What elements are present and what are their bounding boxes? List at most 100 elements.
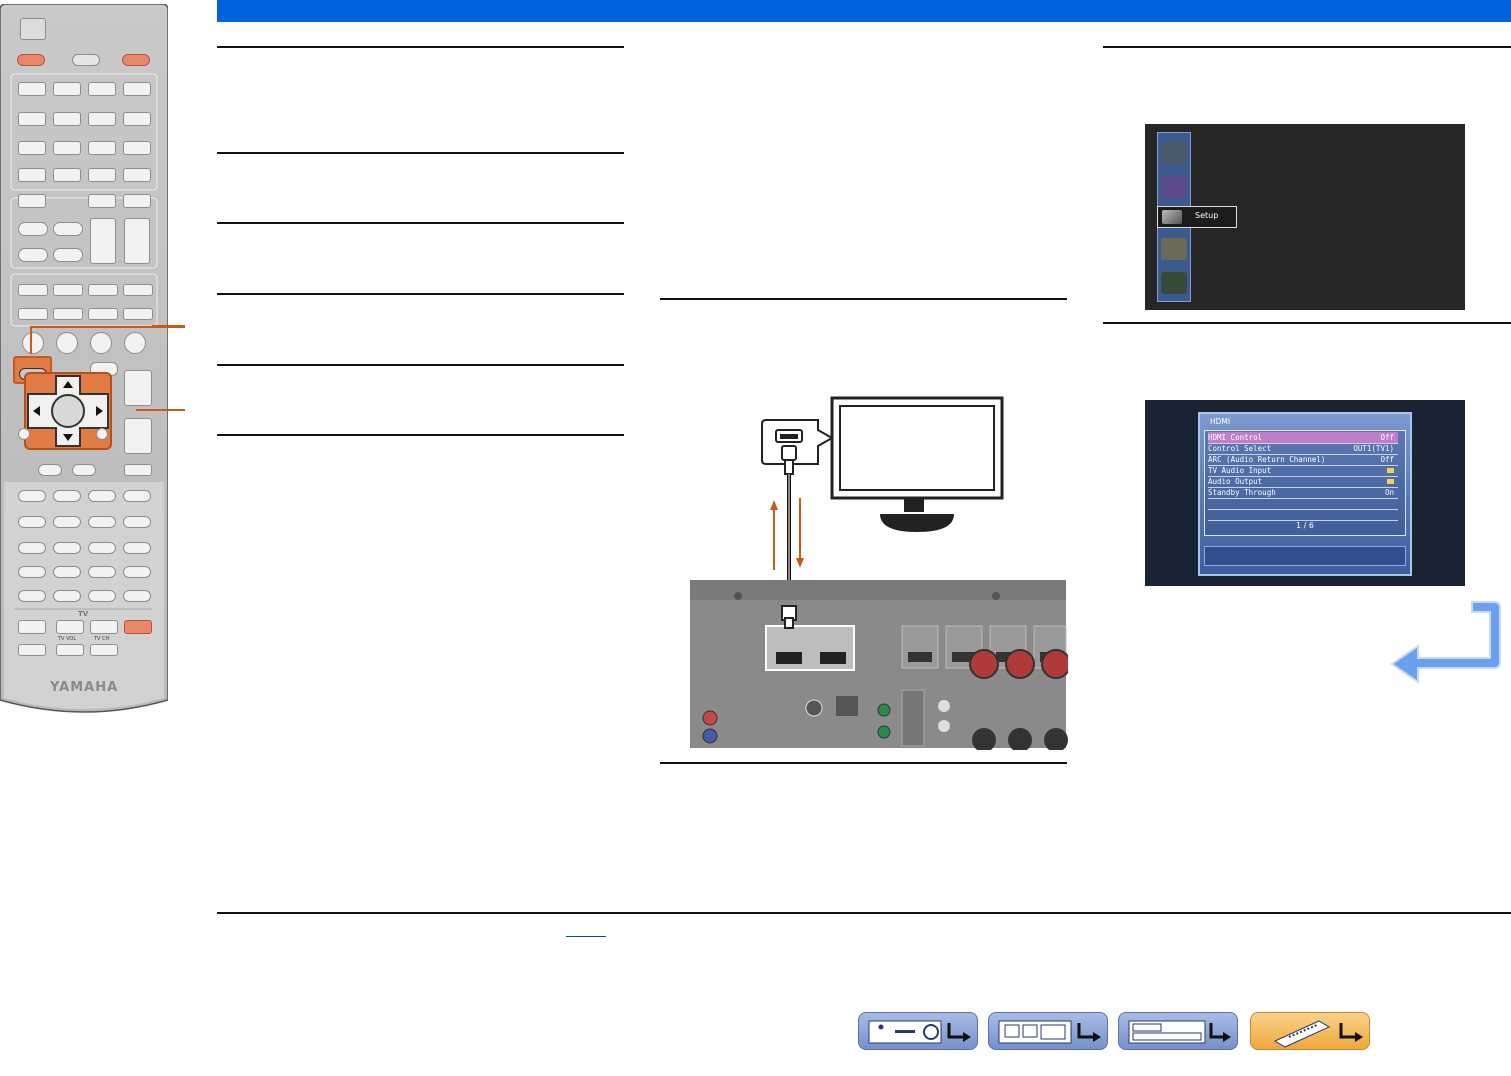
skip-forward-button[interactable] <box>123 516 151 528</box>
scene-button-2[interactable] <box>53 222 83 236</box>
tv-ch-up-button[interactable] <box>90 620 118 634</box>
page-rocker[interactable] <box>124 218 150 264</box>
remote-small-button-1[interactable] <box>38 464 62 476</box>
numeric-button-6[interactable] <box>53 566 81 578</box>
input-button-7[interactable] <box>88 112 116 126</box>
numeric-button-2[interactable] <box>53 542 81 554</box>
tv-mute-button[interactable] <box>18 644 46 656</box>
mode-button-5[interactable] <box>18 308 48 320</box>
numeric-button-9[interactable] <box>18 590 46 602</box>
information-icon[interactable] <box>1161 272 1187 294</box>
mode-button-7[interactable] <box>88 308 118 320</box>
tv-vol-up-button[interactable] <box>56 620 84 634</box>
input-button-3[interactable] <box>88 82 116 96</box>
mode-button-1[interactable] <box>18 284 48 296</box>
scene-icon[interactable] <box>1161 176 1187 198</box>
input-button-11[interactable] <box>88 141 116 155</box>
transport-button-1[interactable] <box>18 490 46 502</box>
left-rule-1 <box>217 46 624 48</box>
numeric-button-3[interactable] <box>88 542 116 554</box>
input-button-2[interactable] <box>53 82 81 96</box>
mode-button-4[interactable] <box>123 284 153 296</box>
numeric-button-11[interactable] <box>88 590 116 602</box>
nav-button-receiver-rear[interactable] <box>988 1012 1108 1050</box>
tv-vol-label: TV VOL <box>58 636 77 642</box>
function-button-3[interactable] <box>90 332 112 354</box>
mode-button-3[interactable] <box>88 284 118 296</box>
nav-button-remote[interactable] <box>1250 1012 1370 1050</box>
return-arrow-icon[interactable] <box>1390 598 1506 684</box>
input-button-9[interactable] <box>18 141 46 155</box>
input-button-6[interactable] <box>53 112 81 126</box>
remote-control-icon <box>1273 1020 1363 1048</box>
fast-forward-button[interactable] <box>53 516 81 528</box>
remote-code-switch[interactable] <box>20 18 46 40</box>
play-button[interactable] <box>123 490 151 502</box>
right-rule-1 <box>1103 46 1511 48</box>
numeric-button-1[interactable] <box>18 542 46 554</box>
input-button-5[interactable] <box>18 112 46 126</box>
left-rule-3 <box>217 222 624 224</box>
input-button-19[interactable] <box>123 194 151 208</box>
input-button-10[interactable] <box>53 141 81 155</box>
numeric-button-12[interactable] <box>123 590 151 602</box>
input-button-14[interactable] <box>53 168 81 182</box>
hdmi-panel: HDMI HDMI Control Off Control Select OUT… <box>1198 412 1412 576</box>
function-button-1[interactable] <box>22 332 44 354</box>
scene-button-1[interactable] <box>18 222 48 236</box>
input-button-15[interactable] <box>88 168 116 182</box>
input-button-16[interactable] <box>123 168 151 182</box>
numeric-button-7[interactable] <box>88 566 116 578</box>
numeric-button-4[interactable] <box>123 542 151 554</box>
remote-brand-logo: YAMAHA <box>50 680 119 695</box>
input-button-1[interactable] <box>18 82 46 96</box>
mode-button-2[interactable] <box>53 284 83 296</box>
callout-line-1-drop <box>30 326 32 354</box>
receiver-button[interactable] <box>72 54 100 66</box>
input-button-4[interactable] <box>123 82 151 96</box>
right-rule-2 <box>1103 322 1511 324</box>
scene-button-4[interactable] <box>53 248 83 262</box>
input-button-12[interactable] <box>123 141 151 155</box>
option-icon[interactable] <box>1161 238 1187 260</box>
numeric-button-5[interactable] <box>18 566 46 578</box>
nav-button-receiver-front[interactable] <box>858 1012 978 1050</box>
pause-button[interactable] <box>88 490 116 502</box>
numeric-button-8[interactable] <box>123 566 151 578</box>
tv-hdmi-port-callout <box>761 419 835 475</box>
tv-input-button[interactable] <box>18 620 46 634</box>
input-button-8[interactable] <box>123 112 151 126</box>
arc-label: ARC (Audio Return Channel) <box>1208 455 1326 464</box>
skip-back-button[interactable] <box>88 516 116 528</box>
input-icon[interactable] <box>1161 142 1187 164</box>
tv-ch-down-button[interactable] <box>90 644 118 656</box>
left-rule-2 <box>217 152 624 154</box>
stop-button[interactable] <box>53 490 81 502</box>
footer-link[interactable] <box>566 936 606 937</box>
tv-section-label: TV <box>78 610 89 618</box>
tv-ch-label: TV CH <box>94 636 110 642</box>
receiver-rear-icon <box>998 1020 1101 1044</box>
standby-button[interactable] <box>122 54 150 66</box>
left-rule-4 <box>217 293 624 295</box>
preset-rocker[interactable] <box>90 218 116 264</box>
rewind-button[interactable] <box>18 516 46 528</box>
tv-power-button[interactable] <box>124 620 152 634</box>
tv-vol-down-button[interactable] <box>56 644 84 656</box>
return-button[interactable] <box>18 428 30 440</box>
remote-small-button-2[interactable] <box>72 464 96 476</box>
nav-button-display[interactable] <box>1118 1012 1238 1050</box>
input-button-13[interactable] <box>18 168 46 182</box>
mode-button-6[interactable] <box>53 308 83 320</box>
control-select-label: Control Select <box>1208 444 1272 453</box>
input-button-17[interactable] <box>18 194 46 208</box>
input-button-18[interactable] <box>88 194 116 208</box>
display-button[interactable] <box>96 428 108 440</box>
mute-button[interactable] <box>124 464 152 476</box>
function-button-2[interactable] <box>56 332 78 354</box>
scene-button-3[interactable] <box>18 248 48 262</box>
callout-lines <box>136 325 185 411</box>
setup-item-highlight[interactable]: Setup <box>1157 206 1237 228</box>
numeric-button-10[interactable] <box>53 590 81 602</box>
power-on-button[interactable] <box>17 54 45 66</box>
